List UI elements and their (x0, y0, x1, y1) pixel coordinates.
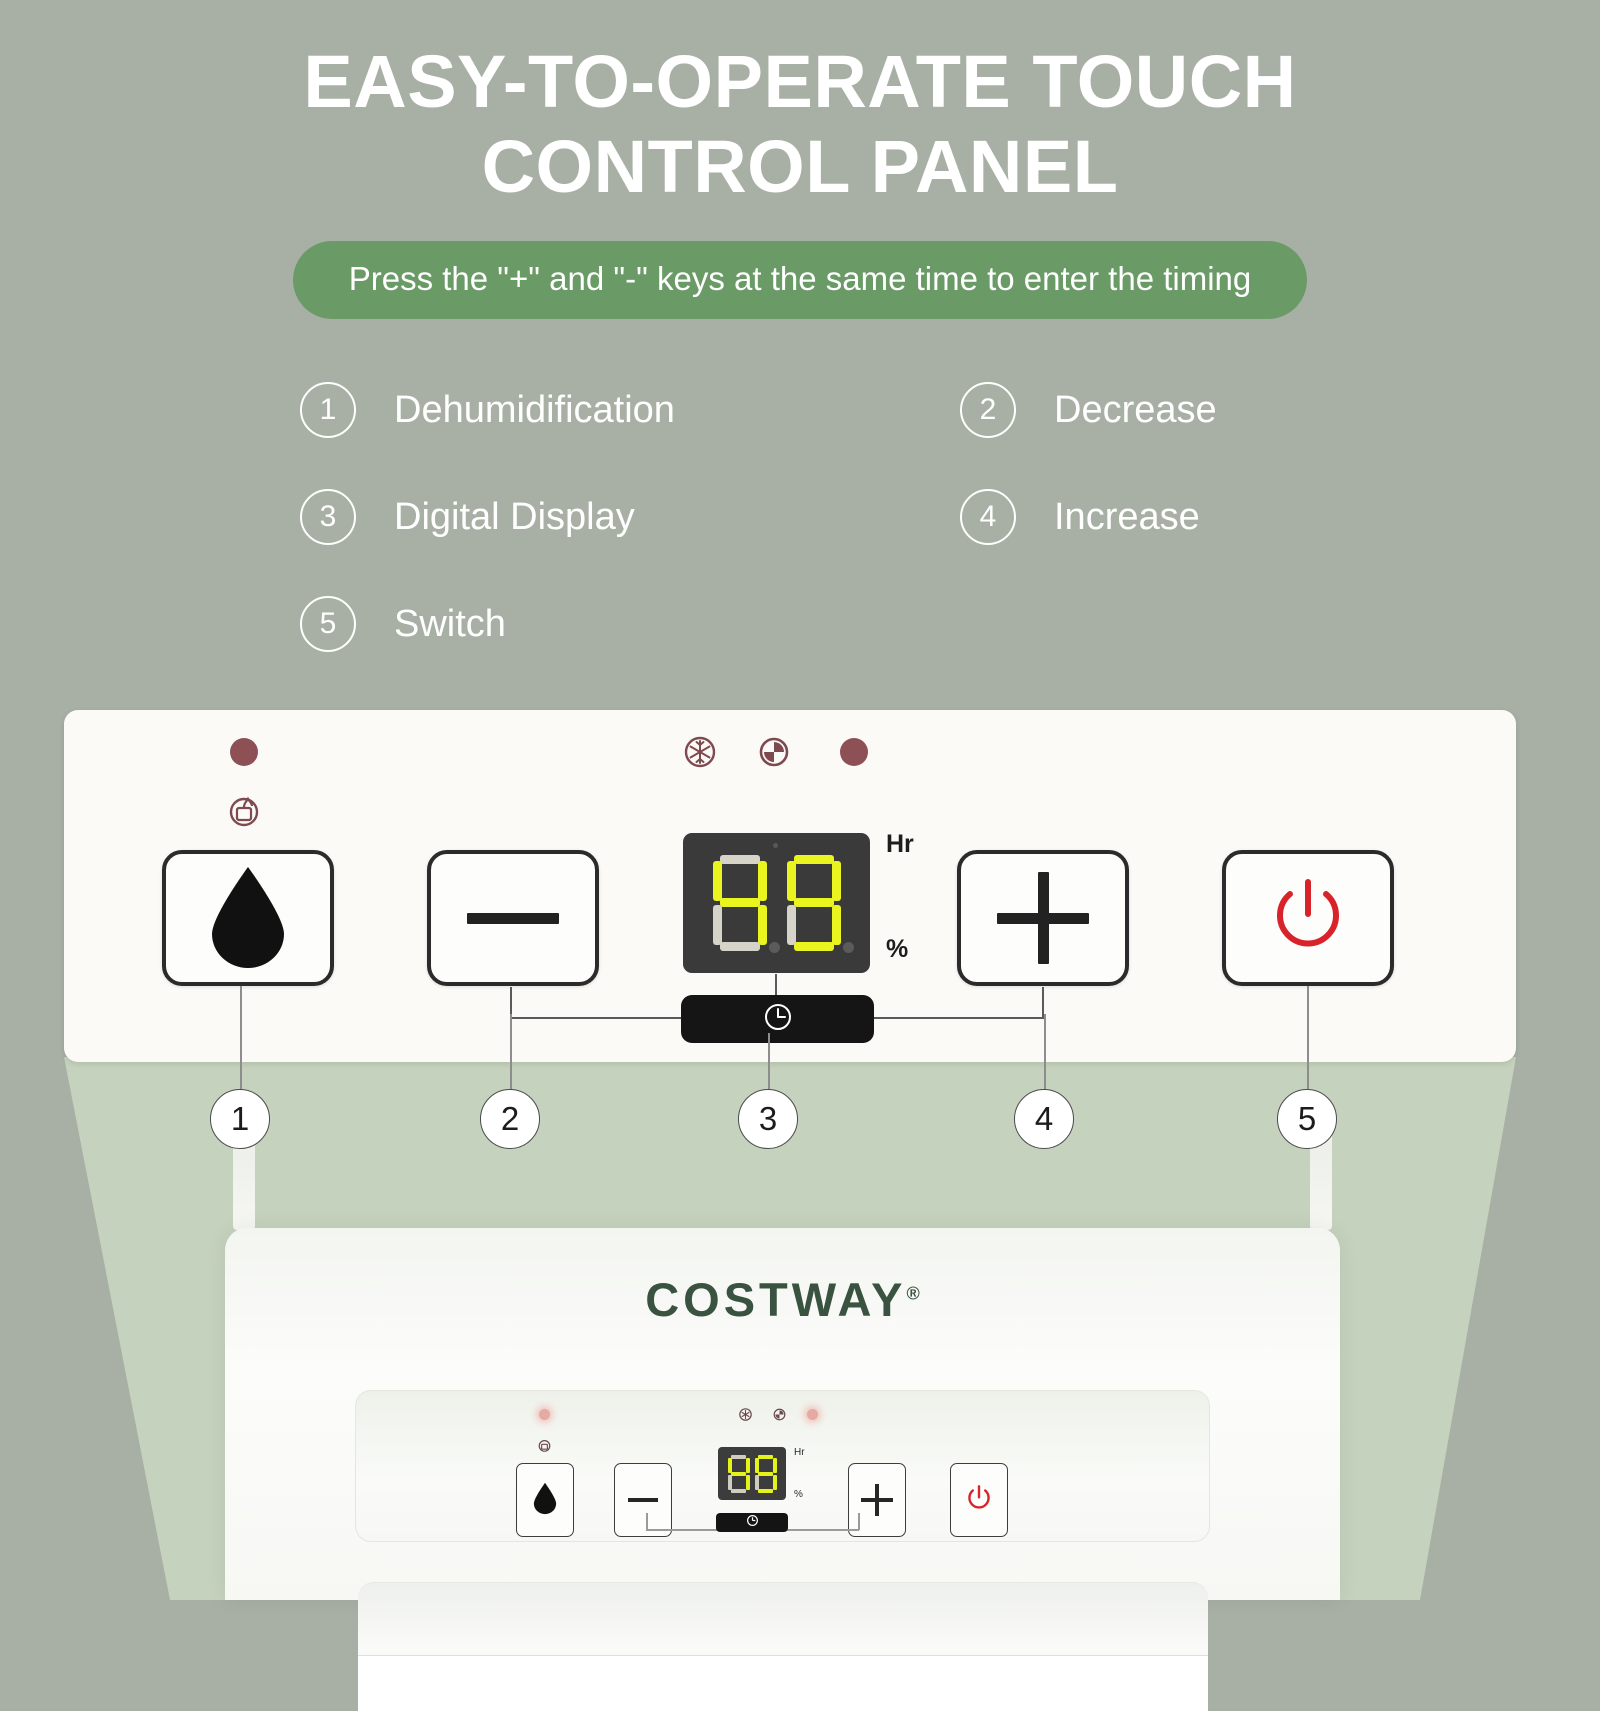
timer-connector-right-horizontal (873, 1017, 1044, 1019)
mini-digital-display (718, 1447, 786, 1500)
legend-number-2: 2 (960, 382, 1016, 438)
mini-timer-connector-left-vertical (646, 1513, 648, 1530)
control-panel: Hr % (64, 710, 1516, 1062)
callout-leader-line-5 (1307, 986, 1309, 1099)
clock-icon (762, 1001, 794, 1038)
mini-tank-indicator-light (539, 1409, 550, 1420)
display-digit-1 (707, 853, 780, 953)
legend-label-4: Increase (1054, 495, 1200, 538)
clock-icon (773, 1408, 786, 1421)
mini-timer-connector-right-vertical (858, 1513, 860, 1530)
mini-decrease-button[interactable] (614, 1463, 672, 1537)
display-digit-2 (781, 853, 854, 953)
callout-2: 2 (480, 1089, 540, 1149)
legend-label-5: Switch (394, 602, 506, 645)
mini-timer-indicator-light (807, 1409, 818, 1420)
mini-timer-bar[interactable] (716, 1513, 788, 1532)
page-title: EASY-TO-OPERATE TOUCH CONTROL PANEL (0, 0, 1600, 203)
mini-display-unit-hour: Hr (794, 1447, 805, 1458)
legend-number-1: 1 (300, 382, 356, 438)
legend-item-increase: 4 Increase (960, 489, 1300, 545)
display-unit-hour: Hr (886, 830, 914, 858)
callout-leader-line-4 (1044, 1014, 1046, 1099)
mini-power-button[interactable] (950, 1463, 1008, 1537)
legend-item-decrease: 2 Decrease (960, 382, 1300, 438)
timer-connector-left-horizontal (510, 1017, 682, 1019)
trademark-symbol: ® (906, 1283, 920, 1304)
water-drop-icon (532, 1481, 558, 1520)
header: EASY-TO-OPERATE TOUCH CONTROL PANEL Pres… (0, 0, 1600, 320)
title-line-2: CONTROL PANEL (481, 124, 1119, 208)
snowflake-icon (739, 1408, 752, 1421)
legend-number-5: 5 (300, 596, 356, 652)
water-tank-icon (538, 1439, 551, 1452)
water-tank-lip (358, 1655, 1208, 1711)
brand-name: COSTWAY (645, 1273, 907, 1326)
plus-icon (861, 1484, 893, 1516)
tank-full-indicator-light (230, 738, 258, 766)
timer-bar[interactable] (681, 995, 874, 1043)
legend-list: 1 Dehumidification 2 Decrease 3 Digital … (300, 382, 1300, 703)
callout-3: 3 (738, 1089, 798, 1149)
clock-icon (746, 1514, 759, 1532)
mini-dehumidify-button[interactable] (516, 1463, 574, 1537)
legend-item-switch: 5 Switch (300, 596, 960, 652)
callout-leader-line-2 (510, 1014, 512, 1099)
callout-4: 4 (1014, 1089, 1074, 1149)
power-icon (966, 1484, 992, 1517)
mini-increase-button[interactable] (848, 1463, 906, 1537)
title-line-1: EASY-TO-OPERATE TOUCH (303, 40, 1297, 123)
minus-icon (628, 1498, 658, 1502)
timer-indicator-light (840, 738, 868, 766)
legend-number-3: 3 (300, 489, 356, 545)
mini-display-digit-1 (727, 1454, 751, 1493)
callout-1: 1 (210, 1089, 270, 1149)
water-tank-icon (228, 795, 260, 827)
digital-display (683, 833, 870, 973)
callout-5: 5 (1277, 1089, 1337, 1149)
clock-icon (758, 736, 790, 768)
brand-logo: COSTWAY® (225, 1272, 1340, 1327)
legend-item-dehumidification: 1 Dehumidification (300, 382, 960, 438)
legend-label-2: Decrease (1054, 388, 1217, 431)
display-connector-line (775, 974, 777, 996)
product-image: COSTWAY® Hr % (225, 1110, 1340, 1711)
mini-display-digit-2 (754, 1454, 778, 1493)
display-unit-percent: % (886, 935, 909, 963)
legend-number-4: 4 (960, 489, 1016, 545)
decrease-button[interactable] (427, 850, 599, 986)
product-control-panel: Hr % (355, 1390, 1210, 1542)
mini-timer-connector-right-horizontal (787, 1529, 859, 1531)
minus-icon (467, 912, 559, 924)
power-button[interactable] (1222, 850, 1394, 986)
mini-display-unit-percent: % (794, 1489, 803, 1500)
callout-leader-line-1 (240, 986, 242, 1099)
dehumidify-button[interactable] (162, 850, 334, 986)
legend-label-3: Digital Display (394, 495, 635, 538)
legend-item-digital-display: 3 Digital Display (300, 489, 960, 545)
legend-label-1: Dehumidification (394, 388, 675, 431)
power-icon (1270, 876, 1346, 961)
instruction-banner: Press the "+" and "-" keys at the same t… (292, 241, 1308, 320)
plus-icon (997, 872, 1089, 964)
mini-timer-connector-left-horizontal (646, 1529, 718, 1531)
display-pilot-dot (773, 843, 778, 848)
snowflake-icon (684, 736, 716, 768)
increase-button[interactable] (957, 850, 1129, 986)
water-drop-icon (206, 864, 290, 973)
